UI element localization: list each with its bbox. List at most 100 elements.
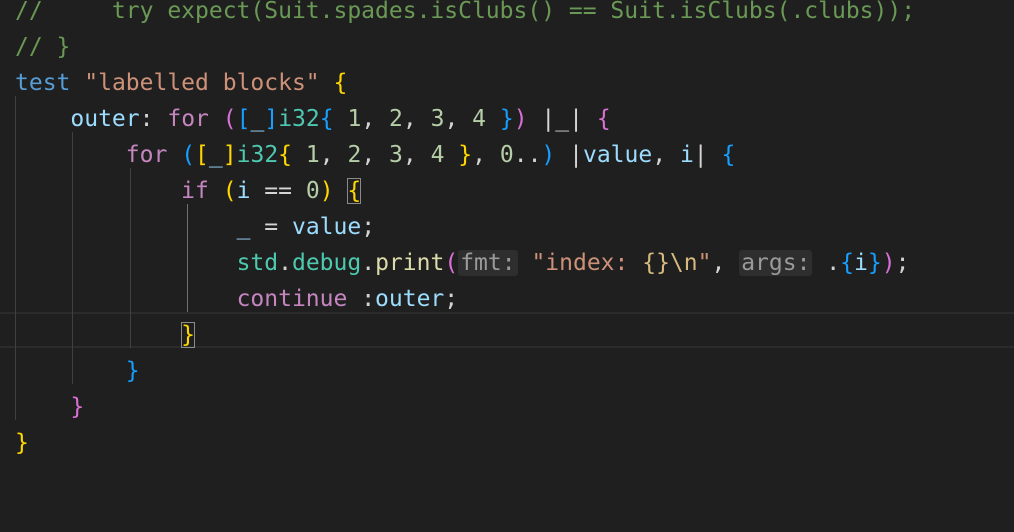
code-token: for xyxy=(125,142,168,168)
code-token: ; xyxy=(895,250,910,276)
code-token: = xyxy=(250,214,292,240)
code-token: .. xyxy=(513,142,542,168)
code-token: _ xyxy=(208,142,223,168)
code-token: for xyxy=(167,106,209,132)
code-token: [ xyxy=(236,106,251,132)
code-token: ( xyxy=(181,142,196,168)
code-editor[interactable]: // try expect(Suit.spades.isClubs() == S… xyxy=(0,0,1014,532)
code-token: if xyxy=(181,178,209,204)
code-token: , xyxy=(472,142,500,168)
code-token: { xyxy=(840,250,854,276)
code-token: { xyxy=(333,70,348,96)
code-token: , xyxy=(711,250,740,276)
code-line-6[interactable]: if (i == 0) { xyxy=(15,173,362,209)
code-token: ; xyxy=(361,214,376,240)
code-token: "labelled blocks" xyxy=(84,70,320,96)
code-token: } xyxy=(181,322,196,348)
code-line-10[interactable]: } xyxy=(15,317,196,353)
code-token: 3 xyxy=(430,106,445,132)
code-token: } xyxy=(125,358,140,384)
code-token: value xyxy=(582,142,653,168)
code-token: _ xyxy=(250,106,265,132)
code-token: | xyxy=(693,142,722,168)
code-token: , xyxy=(402,142,431,168)
code-line-8[interactable]: std.debug.print(fmt: "index: {}\n", args… xyxy=(15,245,909,281)
code-token: } xyxy=(499,106,514,132)
code-line-4[interactable]: outer: for ([_]i32{ 1, 2, 3, 4 }) |_| { xyxy=(15,101,611,137)
code-token: ( xyxy=(222,178,237,204)
code-token: test xyxy=(15,70,71,96)
code-token: { xyxy=(596,106,611,132)
code-token: } xyxy=(70,394,85,420)
code-line-12[interactable]: } xyxy=(15,389,84,425)
code-token: " xyxy=(697,250,712,276)
code-token: == xyxy=(250,178,306,204)
code-token: : xyxy=(347,286,376,312)
code-token: [ xyxy=(195,142,209,168)
code-token: 4 xyxy=(430,142,445,168)
code-token: ) xyxy=(319,178,334,204)
code-token: i xyxy=(679,142,694,168)
code-token: { xyxy=(347,178,362,204)
code-token: { xyxy=(721,142,736,168)
code-line-9[interactable]: continue :outer; xyxy=(15,281,459,317)
code-token: "index: xyxy=(531,250,643,276)
code-token: 1 xyxy=(305,142,320,168)
code-token: . xyxy=(361,250,376,276)
code-token: // } xyxy=(15,34,71,60)
code-token: , xyxy=(319,142,348,168)
code-token: ) xyxy=(541,142,556,168)
code-line-2[interactable]: // } xyxy=(15,29,70,65)
code-token: , xyxy=(402,106,431,132)
code-token: 3 xyxy=(389,142,403,168)
code-token: i32 xyxy=(236,142,279,168)
code-token: { xyxy=(278,142,293,168)
code-token: | xyxy=(555,142,583,168)
code-token: ] xyxy=(222,142,237,168)
code-token: ) xyxy=(513,106,528,132)
code-line-11[interactable]: } xyxy=(15,353,140,389)
code-line-1[interactable]: // try expect(Suit.spades.isClubs() == S… xyxy=(15,0,915,29)
code-line-7[interactable]: _ = value; xyxy=(15,209,376,245)
code-token: ( xyxy=(444,250,459,276)
code-token: _ xyxy=(236,214,251,240)
code-token: } xyxy=(458,142,473,168)
code-token: { xyxy=(319,106,334,132)
inlay-hint: args: xyxy=(739,250,813,276)
code-token: outer xyxy=(70,106,140,132)
code-token: } xyxy=(15,430,29,456)
code-token: ( xyxy=(222,106,237,132)
code-line-13[interactable]: } xyxy=(15,425,29,461)
code-token: i xyxy=(854,250,868,276)
code-token: outer xyxy=(375,286,445,312)
code-line-5[interactable]: for ([_]i32{ 1, 2, 3, 4 }, 0..) |value, … xyxy=(15,137,736,173)
code-line-3[interactable]: test "labelled blocks" { xyxy=(15,65,347,101)
code-token: // try expect(Suit.spades.isClubs() == S… xyxy=(15,0,916,24)
code-token: std xyxy=(236,250,279,276)
code-token: 2 xyxy=(347,142,362,168)
code-token: , xyxy=(361,106,390,132)
code-token: i32 xyxy=(278,106,320,132)
code-token: 2 xyxy=(389,106,403,132)
code-token: print xyxy=(375,250,445,276)
code-token: 1 xyxy=(347,106,362,132)
code-token: value xyxy=(291,214,362,240)
code-token: {} xyxy=(642,250,670,276)
code-token: ] xyxy=(264,106,279,132)
